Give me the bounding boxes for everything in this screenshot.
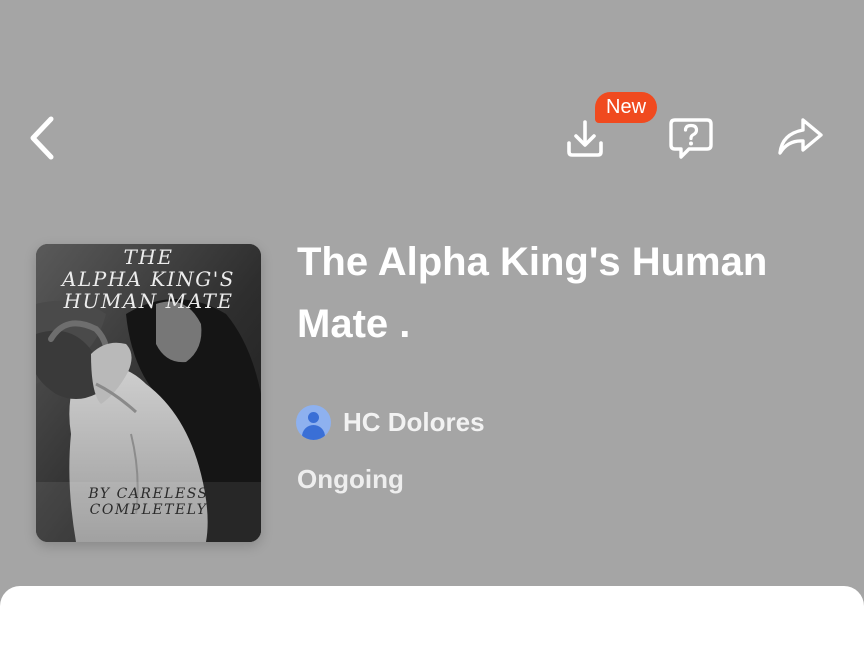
author-name: HC Dolores [343, 406, 485, 437]
cover-title: THE ALPHA KING'S HUMAN MATE [62, 245, 235, 313]
share-button[interactable] [772, 110, 828, 164]
status-label: Ongoing [297, 464, 404, 494]
avatar-head [308, 411, 319, 423]
avatar-shoulders [302, 424, 325, 440]
new-badge: New [595, 92, 658, 123]
book-cover[interactable]: THE ALPHA KING'S HUMAN MATE BY CARELESS … [36, 244, 261, 542]
share-icon [778, 118, 823, 155]
avatar [296, 404, 331, 440]
top-bar: New [0, 0, 864, 200]
help-button[interactable] [664, 112, 718, 164]
author-link[interactable]: HC Dolores [296, 404, 485, 440]
book-title: The Alpha King's Human Mate . [297, 240, 768, 346]
cover-author: BY CARELESS COMPLETELY [88, 486, 209, 518]
back-button[interactable] [22, 112, 62, 164]
chevron-left-icon [30, 116, 54, 160]
help-icon [669, 118, 713, 159]
bottom-sheet [0, 586, 864, 646]
